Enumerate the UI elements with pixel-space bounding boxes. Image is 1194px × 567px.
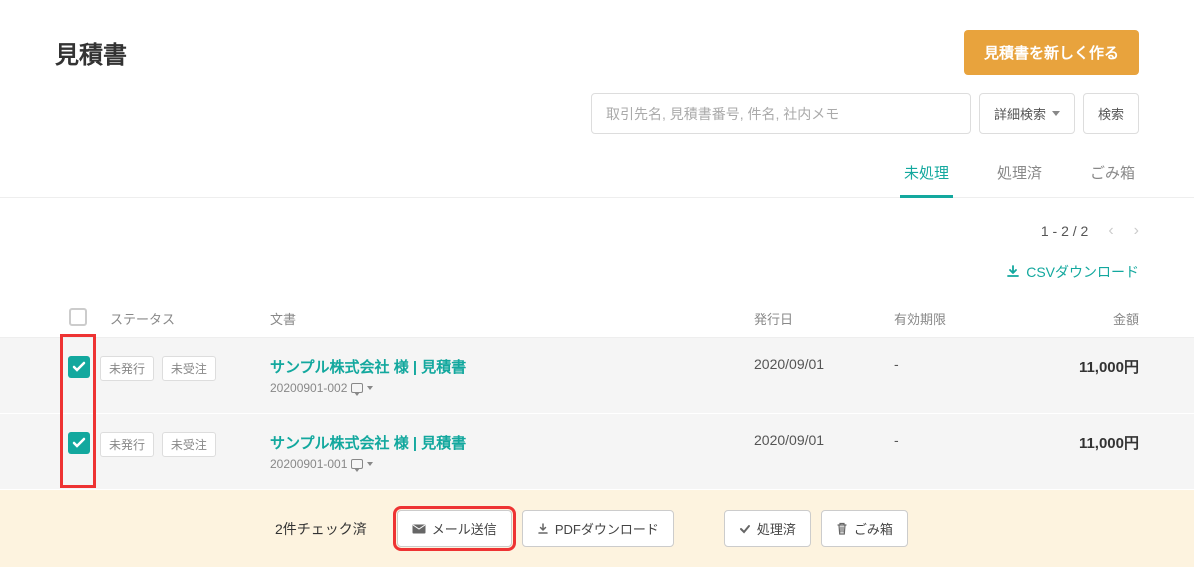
check-icon [72, 436, 86, 450]
column-amount: 金額 [1044, 300, 1194, 338]
chevron-down-icon [1052, 111, 1060, 116]
search-button[interactable]: 検索 [1083, 93, 1139, 134]
row-checkbox[interactable] [68, 356, 90, 378]
document-title-link[interactable]: サンプル株式会社 様 | 見積書 [270, 432, 754, 453]
page-title: 見積書 [55, 35, 127, 70]
csv-download-link[interactable]: CSVダウンロード [1006, 262, 1139, 282]
amount-value: 11,000円 [1044, 414, 1194, 490]
bulk-trash-button[interactable]: ごみ箱 [821, 510, 908, 547]
column-expiry-date: 有効期限 [894, 300, 1044, 338]
expiry-date: - [894, 338, 1044, 414]
bulk-mail-send-button[interactable]: メール送信 [397, 510, 512, 547]
bulk-trash-label: ごみ箱 [854, 519, 893, 538]
pagination-range: 1 - 2 / 2 [1041, 223, 1088, 239]
issue-date: 2020/09/01 [754, 414, 894, 490]
download-icon [537, 523, 549, 535]
document-number: 20200901-002 [270, 381, 347, 395]
bulk-mail-send-label: メール送信 [432, 519, 497, 538]
bulk-checked-count: 2件チェック済 [275, 519, 367, 539]
comment-icon[interactable] [351, 383, 363, 393]
pagination-next-icon[interactable]: › [1134, 222, 1139, 240]
select-all-checkbox[interactable] [69, 308, 87, 326]
advanced-search-button[interactable]: 詳細検索 [979, 93, 1075, 134]
trash-icon [836, 522, 848, 536]
search-input[interactable] [591, 93, 971, 134]
chevron-down-icon[interactable] [367, 462, 373, 466]
document-number: 20200901-001 [270, 457, 347, 471]
column-status: ステータス [100, 300, 270, 338]
check-icon [72, 360, 86, 374]
issue-date: 2020/09/01 [754, 338, 894, 414]
csv-download-label: CSVダウンロード [1026, 262, 1139, 282]
expiry-date: - [894, 414, 1044, 490]
download-icon [1006, 265, 1020, 279]
row-checkbox[interactable] [68, 432, 90, 454]
column-document: 文書 [270, 300, 754, 338]
tab-processed[interactable]: 処理済 [993, 150, 1046, 198]
advanced-search-label: 詳細検索 [994, 104, 1046, 123]
check-icon [739, 523, 751, 535]
create-new-button[interactable]: 見積書を新しく作る [964, 30, 1139, 75]
bulk-pdf-download-label: PDFダウンロード [555, 519, 659, 538]
chevron-down-icon[interactable] [367, 386, 373, 390]
table-row[interactable]: 未発行 未受注 サンプル株式会社 様 | 見積書 20200901-001 20… [0, 414, 1194, 490]
pagination-prev-icon[interactable]: ‹ [1108, 222, 1113, 240]
tab-unprocessed[interactable]: 未処理 [900, 150, 953, 198]
bulk-mark-processed-label: 処理済 [757, 519, 796, 538]
status-badge: 未受注 [162, 356, 216, 381]
bulk-action-bar: 2件チェック済 メール送信 PDFダウンロード 処理済 ごみ箱 [0, 490, 1194, 567]
table-row[interactable]: 未発行 未受注 サンプル株式会社 様 | 見積書 20200901-002 20… [0, 338, 1194, 414]
tab-trash[interactable]: ごみ箱 [1086, 150, 1139, 198]
bulk-pdf-download-button[interactable]: PDFダウンロード [522, 510, 674, 547]
status-badge: 未発行 [100, 432, 154, 457]
mail-icon [412, 524, 426, 534]
status-badge: 未受注 [162, 432, 216, 457]
comment-icon[interactable] [351, 459, 363, 469]
amount-value: 11,000円 [1044, 338, 1194, 414]
status-badge: 未発行 [100, 356, 154, 381]
column-issue-date: 発行日 [754, 300, 894, 338]
document-title-link[interactable]: サンプル株式会社 様 | 見積書 [270, 356, 754, 377]
bulk-mark-processed-button[interactable]: 処理済 [724, 510, 811, 547]
